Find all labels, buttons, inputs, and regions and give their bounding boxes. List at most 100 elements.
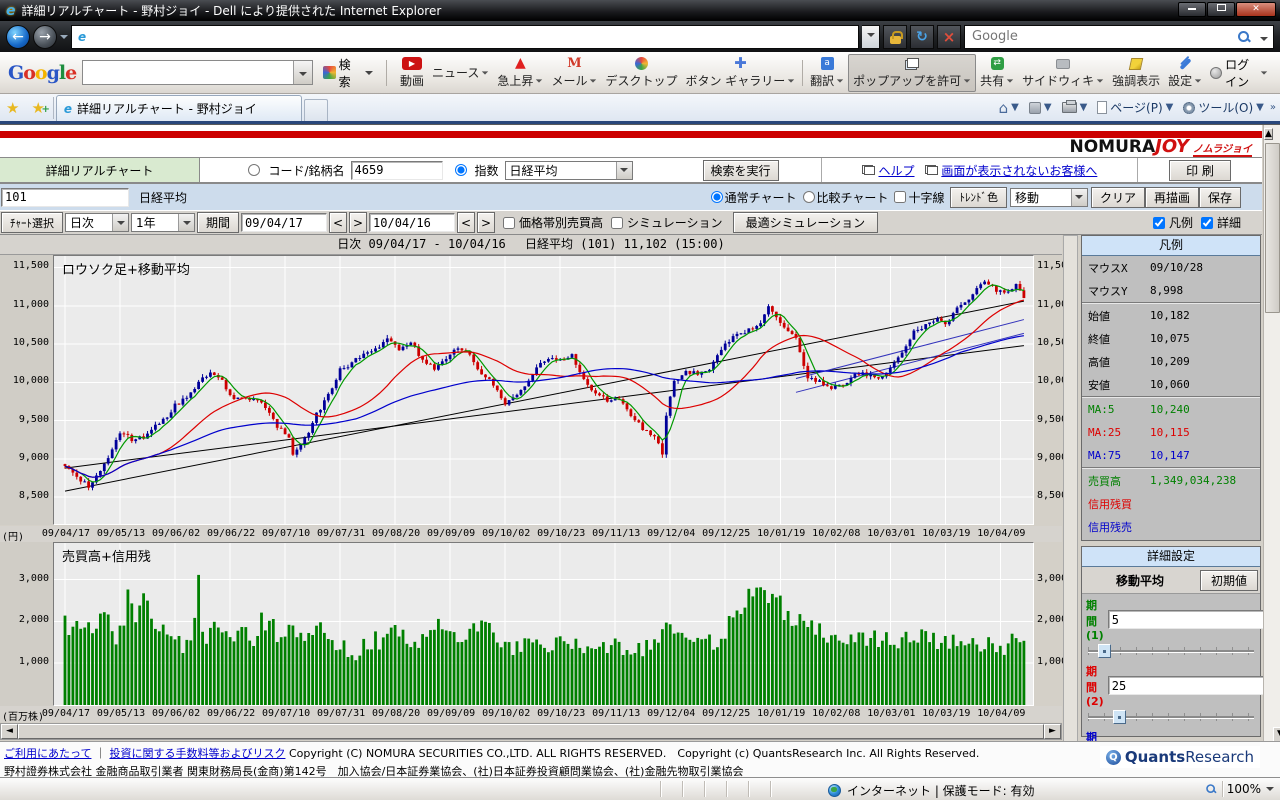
maximize-button[interactable] [1207, 2, 1235, 17]
trend-color-button[interactable]: ﾄﾚﾝﾄﾞ色 [950, 187, 1007, 208]
x-tick-label: 10/01/19 [757, 528, 805, 539]
index-radio[interactable] [455, 164, 467, 176]
param-slider-2[interactable] [1088, 709, 1254, 726]
new-tab-button[interactable] [304, 99, 328, 121]
horizontal-scrollbar[interactable]: ◄ ► [0, 723, 1062, 740]
reset-defaults-button[interactable]: 初期値 [1200, 570, 1258, 591]
date-to-prev-button[interactable]: < [457, 212, 475, 233]
period-button[interactable]: 期間 [197, 212, 239, 233]
toolbar-item-1[interactable]: ニュース [428, 54, 493, 92]
index-select[interactable]: 日経平均 [505, 161, 633, 180]
param-slider-1[interactable] [1088, 643, 1254, 660]
slider-thumb[interactable] [1098, 644, 1111, 658]
clear-button[interactable]: クリア [1091, 187, 1145, 208]
code-radio[interactable] [248, 164, 260, 176]
ma-tab[interactable]: 移動平均 [1084, 572, 1196, 589]
search-magnifier-icon[interactable] [1237, 30, 1251, 44]
frequency-select[interactable]: 日次 [65, 213, 129, 232]
security-lock-button[interactable] [883, 25, 907, 49]
code-input[interactable] [351, 161, 443, 180]
price-volume-checkbox[interactable] [503, 217, 515, 229]
scroll-right-button[interactable]: ► [1044, 724, 1061, 739]
home-button[interactable]: ⌂▼ [995, 99, 1023, 117]
command-overflow-button[interactable]: » [1270, 102, 1276, 113]
fees-risk-link[interactable]: 投資に関する手数料等およびリスク [109, 747, 285, 760]
vertical-scroll-thumb[interactable] [1265, 143, 1280, 313]
add-favorite-icon[interactable]: ★ [25, 95, 50, 121]
search-box[interactable] [964, 25, 1274, 49]
toolbar-item-6[interactable]: a翻訳 [806, 54, 848, 92]
date-from-input[interactable] [241, 213, 327, 232]
toolbar-item-5[interactable]: ✚ボタン ギャラリー [681, 54, 799, 92]
help-link[interactable]: ヘルプ [878, 164, 914, 178]
execute-search-button[interactable]: 検索を実行 [703, 160, 779, 181]
param-input-2[interactable] [1108, 676, 1269, 695]
save-button[interactable]: 保存 [1199, 187, 1241, 208]
toolbar-item-12[interactable]: ログイン [1206, 54, 1272, 92]
param-input-1[interactable] [1108, 610, 1269, 629]
main-chart-plot[interactable]: ロウソク足+移動平均 [53, 255, 1034, 525]
browser-vertical-scrollbar[interactable]: ▲ ▼ [1263, 125, 1280, 741]
compare-chart-radio[interactable] [803, 191, 815, 203]
refresh-button[interactable]: ↻ [910, 25, 934, 49]
google-search-button[interactable]: 検索 [319, 54, 377, 92]
toolbar-item-10[interactable]: 強調表示 [1108, 54, 1164, 92]
scroll-up-button[interactable]: ▲ [1264, 128, 1273, 140]
toolbar-item-11[interactable]: 設定 [1164, 54, 1206, 92]
trend-mode-select[interactable]: 移動 [1010, 188, 1088, 207]
print-button[interactable]: ▼ [1058, 100, 1092, 115]
simulation-checkbox[interactable] [611, 217, 623, 229]
date-from-next-button[interactable]: > [349, 212, 367, 233]
detail-checkbox[interactable] [1201, 217, 1213, 229]
terms-link[interactable]: ご利用にあたって [4, 747, 91, 760]
noscreen-link[interactable]: 画面が表示されないお客様へ [941, 164, 1097, 178]
quants-research-logo: Q QuantsResearch [1100, 746, 1260, 768]
toolbar-item-8[interactable]: ⇄共有 [976, 54, 1018, 92]
print-page-button[interactable]: 印 刷 [1169, 160, 1231, 181]
chart-code-input[interactable] [1, 188, 129, 207]
zoom-dropdown-icon[interactable] [1266, 787, 1274, 791]
toolbar-item-0[interactable]: ▶動画 [396, 54, 428, 92]
slider-thumb[interactable] [1113, 710, 1126, 724]
tab-chart-page[interactable]: e 詳細リアルチャート - 野村ジョイ [56, 95, 302, 121]
date-to-input[interactable] [369, 213, 455, 232]
legend-checkbox[interactable] [1153, 217, 1165, 229]
redraw-button[interactable]: 再描画 [1145, 187, 1199, 208]
span-select[interactable]: 1年 [131, 213, 195, 232]
google-search-dropdown-button[interactable] [293, 61, 312, 84]
search-provider-dropdown-icon[interactable] [1260, 37, 1268, 41]
toolbar-item-3[interactable]: Mメール [547, 54, 601, 92]
scroll-left-button[interactable]: ◄ [1, 724, 18, 739]
back-button[interactable]: ← [6, 25, 30, 49]
toolbar-item-4[interactable]: デスクトップ [601, 54, 681, 92]
toolbar-item-7[interactable]: ポップアップを許可 [848, 54, 976, 92]
chart-vertical-scrollbar[interactable] [1063, 235, 1078, 741]
trendlines [65, 301, 1024, 491]
url-dropdown-button[interactable] [862, 25, 880, 49]
volume-chart-plot[interactable]: 売買高+信用残 [53, 542, 1034, 706]
minimize-button[interactable] [1178, 2, 1206, 17]
optimal-simulation-button[interactable]: 最適シミュレーション [733, 212, 879, 233]
toolbar-item-2[interactable]: ▲急上昇 [493, 54, 547, 92]
favorites-star-icon[interactable]: ★ [0, 95, 25, 121]
stop-button[interactable]: × [937, 25, 961, 49]
tools-menu-button[interactable]: ツール(O)▼ [1179, 97, 1268, 118]
horizontal-scroll-thumb[interactable] [18, 724, 1044, 739]
forward-button[interactable]: → [33, 25, 57, 49]
search-input[interactable] [972, 29, 1237, 44]
page-menu-button[interactable]: ページ(P)▼ [1093, 97, 1177, 118]
normal-chart-radio[interactable] [711, 191, 723, 203]
scroll-down-button[interactable]: ▼ [1273, 727, 1280, 741]
date-from-prev-button[interactable]: < [329, 212, 347, 233]
google-search-field[interactable] [82, 60, 313, 85]
date-to-next-button[interactable]: > [477, 212, 495, 233]
url-input[interactable]: e [71, 25, 859, 49]
toolbar-item-9[interactable]: サイドウィキ [1018, 54, 1108, 92]
close-button[interactable]: ✕ [1236, 2, 1276, 17]
history-dropdown-icon[interactable] [60, 35, 68, 39]
chart-select-button[interactable]: ﾁｬｰﾄ選択 [1, 212, 63, 233]
crosshair-checkbox[interactable] [894, 191, 906, 203]
zoom-control[interactable]: 100% [1204, 782, 1274, 796]
x-tick-label: 09/07/10 [262, 528, 310, 539]
feeds-button[interactable]: ▼ [1025, 100, 1056, 116]
